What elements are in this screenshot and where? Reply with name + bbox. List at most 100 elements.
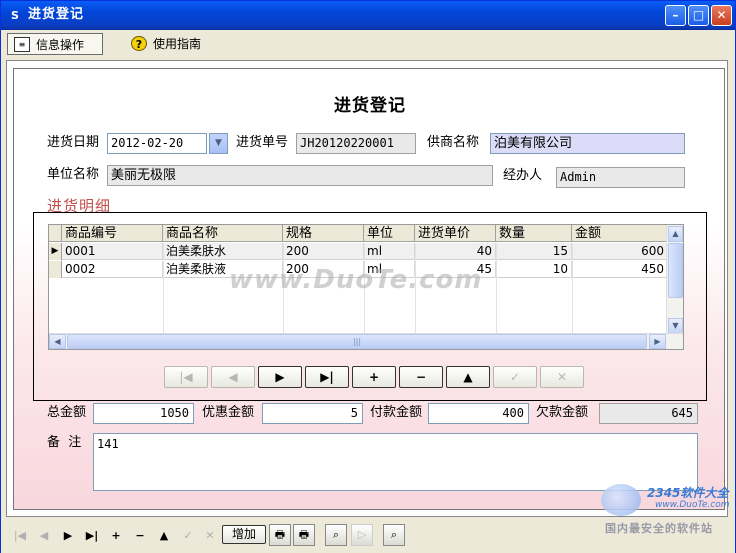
- form-panel: 进货登记 进货日期 2012-02-20 ▼ 进货单号 JH2012022000…: [13, 68, 725, 510]
- col-header-code[interactable]: 商品编号: [62, 225, 163, 242]
- chevron-down-icon: ▼: [215, 138, 222, 148]
- bb-cancel-button[interactable]: ✕: [201, 527, 219, 545]
- menu-info-operation-label: 信息操作: [36, 38, 85, 52]
- nav-delete-button[interactable]: −: [399, 366, 443, 388]
- cell-unit[interactable]: ml: [364, 243, 415, 260]
- print-preview-icon[interactable]: 🖶: [269, 524, 291, 546]
- cell-name[interactable]: 泊美柔肤水: [163, 243, 283, 260]
- watermark-text: www.DuoTe.com: [229, 265, 483, 295]
- grid-line: [496, 243, 497, 335]
- owed-label: 欠款金额: [536, 405, 589, 420]
- purchase-date-label: 进货日期: [47, 135, 100, 150]
- play-icon[interactable]: ▷: [351, 524, 373, 546]
- logo-mascot-icon: [601, 484, 641, 516]
- grid-indicator-header: [49, 225, 62, 242]
- horizontal-scroll-thumb[interactable]: |||: [67, 334, 647, 349]
- app-window: S 进货登记 – □ ✕ ≡ 信息操作 ? 使用指南 进货登记 进货日期 201…: [0, 0, 736, 553]
- window-title: 进货登记: [28, 7, 85, 22]
- bb-post-button[interactable]: ✓: [179, 527, 197, 545]
- grid-line: [163, 243, 164, 335]
- cell-qty[interactable]: 10: [496, 261, 572, 278]
- discount-field[interactable]: 5: [262, 403, 363, 424]
- nav-first-button[interactable]: |◀: [164, 366, 208, 388]
- add-button[interactable]: 增加: [222, 525, 266, 544]
- grid-line: [572, 243, 573, 335]
- table-row[interactable]: ▶ 0001 泊美柔肤水 200 ml 40 15 600: [49, 243, 683, 260]
- bb-add-button[interactable]: +: [107, 527, 125, 545]
- logo-line1: 2345软件大全: [647, 486, 729, 500]
- purchase-date-field[interactable]: 2012-02-20: [107, 133, 207, 154]
- current-row-indicator-icon: ▶: [49, 243, 62, 260]
- cell-price[interactable]: 40: [415, 243, 496, 260]
- vertical-scroll-thumb[interactable]: [668, 243, 683, 298]
- close-button[interactable]: ✕: [711, 5, 732, 26]
- list-icon: ≡: [14, 37, 30, 52]
- unit-label: 单位名称: [47, 167, 100, 182]
- cell-qty[interactable]: 15: [496, 243, 572, 260]
- paid-label: 付款金额: [370, 405, 423, 420]
- menu-user-guide-label: 使用指南: [153, 37, 202, 51]
- col-header-qty[interactable]: 数量: [496, 225, 572, 242]
- bb-edit-button[interactable]: ▲: [155, 527, 173, 545]
- bb-next-button[interactable]: ▶: [59, 527, 77, 545]
- col-header-spec[interactable]: 规格: [283, 225, 364, 242]
- cell-spec[interactable]: 200: [283, 243, 364, 260]
- handler-field[interactable]: Admin: [556, 167, 685, 188]
- site-logo: 2345软件大全 www.DuoTe.com 国内最安全的软件站: [597, 476, 735, 536]
- print-icon[interactable]: 🖶: [293, 524, 315, 546]
- total-field[interactable]: 1050: [93, 403, 194, 424]
- maximize-button[interactable]: □: [688, 5, 709, 26]
- nav-next-button[interactable]: ▶: [258, 366, 302, 388]
- title-bar[interactable]: S 进货登记 – □ ✕: [1, 1, 735, 30]
- detail-box: 商品编号 商品名称 规格 单位 进货单价 数量 金额 ▶ 0001 泊美柔肤水 …: [33, 212, 707, 401]
- cell-code[interactable]: 0002: [62, 261, 163, 278]
- search-icon[interactable]: ⌕: [325, 524, 347, 546]
- bb-first-button[interactable]: |◀: [11, 527, 29, 545]
- nav-post-button[interactable]: ✓: [493, 366, 537, 388]
- minimize-button[interactable]: –: [665, 5, 686, 26]
- purchase-no-field[interactable]: JH20120220001: [296, 133, 416, 154]
- bb-prev-button[interactable]: ◀: [35, 527, 53, 545]
- unit-field[interactable]: 美丽无极限: [107, 165, 493, 186]
- scroll-right-button[interactable]: ▶: [649, 334, 666, 349]
- col-header-unit[interactable]: 单位: [364, 225, 415, 242]
- cell-amount[interactable]: 450: [572, 261, 668, 278]
- bb-delete-button[interactable]: −: [131, 527, 149, 545]
- menu-user-guide[interactable]: ? 使用指南: [125, 33, 217, 55]
- menu-bar: ≡ 信息操作 ? 使用指南: [5, 32, 733, 57]
- form-title: 进货登记: [334, 96, 406, 116]
- logo-line3: 国内最安全的软件站: [605, 522, 713, 535]
- total-label: 总金额: [47, 405, 87, 420]
- purchase-no-label: 进货单号: [236, 135, 289, 150]
- scroll-up-button[interactable]: ▲: [668, 226, 683, 242]
- logo-line2: www.DuoTe.com: [655, 500, 730, 510]
- date-dropdown-button[interactable]: ▼: [209, 133, 228, 154]
- client-area: 进货登记 进货日期 2012-02-20 ▼ 进货单号 JH2012022000…: [6, 60, 728, 517]
- cell-code[interactable]: 0001: [62, 243, 163, 260]
- nav-prev-button[interactable]: ◀: [211, 366, 255, 388]
- help-icon: ?: [131, 36, 147, 51]
- cell-amount[interactable]: 600: [572, 243, 668, 260]
- col-header-price[interactable]: 进货单价: [415, 225, 496, 242]
- row-indicator: [49, 261, 62, 278]
- grid-horizontal-scrollbar[interactable]: ◀ ||| ▶: [49, 333, 683, 349]
- scroll-down-button[interactable]: ▼: [668, 318, 683, 334]
- col-header-amount[interactable]: 金额: [572, 225, 668, 242]
- find-icon[interactable]: ⌕: [383, 524, 405, 546]
- nav-cancel-button[interactable]: ✕: [540, 366, 584, 388]
- owed-field: 645: [599, 403, 698, 424]
- nav-edit-button[interactable]: ▲: [446, 366, 490, 388]
- menu-info-operation[interactable]: ≡ 信息操作: [7, 33, 103, 55]
- scroll-left-button[interactable]: ◀: [49, 334, 66, 349]
- supplier-field[interactable]: 泊美有限公司: [490, 133, 685, 154]
- app-icon: S: [11, 9, 19, 22]
- remark-label: 备 注: [47, 435, 82, 450]
- nav-last-button[interactable]: ▶|: [305, 366, 349, 388]
- nav-add-button[interactable]: +: [352, 366, 396, 388]
- paid-field[interactable]: 400: [428, 403, 529, 424]
- discount-label: 优惠金额: [202, 405, 255, 420]
- col-header-name[interactable]: 商品名称: [163, 225, 283, 242]
- grid-vertical-scrollbar[interactable]: ▲ ▼: [666, 225, 683, 335]
- handler-label: 经办人: [503, 168, 543, 183]
- bb-last-button[interactable]: ▶|: [83, 527, 101, 545]
